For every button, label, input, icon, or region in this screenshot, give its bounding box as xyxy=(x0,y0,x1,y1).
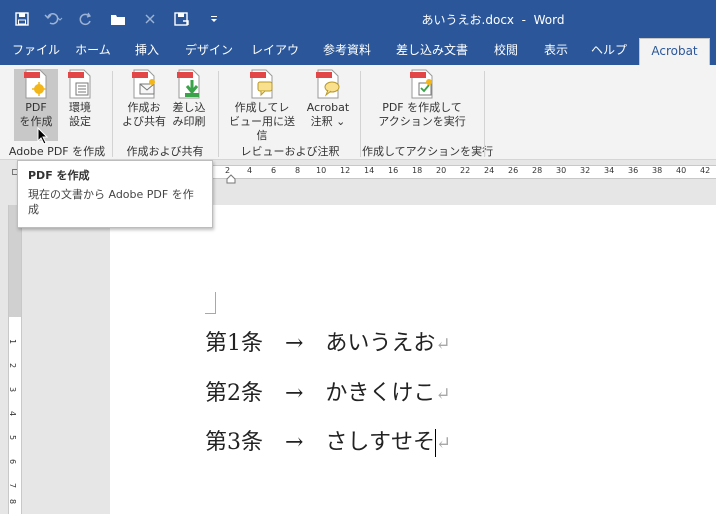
group-separator xyxy=(484,71,485,157)
acrobat-comments-label-2: 注釈 ⌄ xyxy=(310,115,346,128)
ruler-number: 8 xyxy=(8,498,18,505)
create-and-run-action-icon xyxy=(410,69,433,99)
create-and-share-button[interactable]: 作成お よび共有 xyxy=(120,69,168,141)
paragraph-mark: ↵ xyxy=(435,384,451,405)
tab-design[interactable]: デザイン xyxy=(178,38,240,65)
ruler-number: 7 xyxy=(8,482,18,489)
preferences-icon xyxy=(68,69,91,99)
mail-merge-icon xyxy=(177,69,200,99)
mail-merge-button[interactable]: 差し込 み印刷 xyxy=(168,69,210,141)
ruler-number: 16 xyxy=(388,166,399,175)
tab-home[interactable]: ホーム xyxy=(66,38,120,65)
ruler-number: 20 xyxy=(436,166,447,175)
ruler-number: 34 xyxy=(604,166,615,175)
create-pdf-label-2: を作成 xyxy=(19,115,53,128)
ruler-number: 14 xyxy=(364,166,375,175)
tab-file[interactable]: ファイル xyxy=(8,38,64,65)
ruler-number: 26 xyxy=(508,166,519,175)
create-pdf-label-1: PDF xyxy=(25,101,47,114)
ruler-number: 42 xyxy=(700,166,711,175)
mouse-pointer-icon xyxy=(37,127,49,145)
tooltip-title: PDF を作成 xyxy=(28,169,90,182)
ruler-number: 38 xyxy=(652,166,663,175)
ruler-number: 8 xyxy=(295,166,301,175)
ruler-number: 6 xyxy=(8,458,18,465)
ribbon: PDF を作成 環境 設定 Adobe PDF を作成 作成お よび共有 差し込… xyxy=(0,65,716,160)
ruler-number: 4 xyxy=(8,410,18,417)
send-for-review-icon xyxy=(250,69,273,99)
create-and-run-action-button[interactable]: PDF を作成して アクションを実行 xyxy=(372,69,472,141)
line-text: 第3条 → さしすせそ xyxy=(205,430,435,455)
tab-review[interactable]: 校閲 xyxy=(486,38,526,65)
line-text: 第1条 → あいうえお xyxy=(205,331,436,356)
ruler-number: 32 xyxy=(580,166,591,175)
tab-references[interactable]: 参考資料 xyxy=(316,38,378,65)
tab-insert[interactable]: 挿入 xyxy=(124,38,170,65)
send-for-review-label-2: ビュー用に送信 xyxy=(229,115,295,142)
mail-merge-label-1: 差し込 xyxy=(172,101,206,114)
ruler-number: 22 xyxy=(460,166,471,175)
tooltip: PDF を作成 現在の文書から Adobe PDF を作成 xyxy=(17,160,213,228)
tab-mailings[interactable]: 差し込み文書 xyxy=(390,38,474,65)
ruler-number: 3 xyxy=(8,386,18,393)
line-text: 第2条 → かきくけこ xyxy=(205,381,436,406)
document-line-2[interactable]: 第2条 → かきくけこ↵ xyxy=(205,375,451,407)
ruler-number: 10 xyxy=(316,166,327,175)
group-label-create-and-share: 作成および共有 xyxy=(126,145,204,158)
ruler-number: 28 xyxy=(532,166,543,175)
vertical-ruler[interactable]: 1 2 3 4 5 6 7 8 xyxy=(8,205,22,514)
ruler-number: 2 xyxy=(8,362,18,369)
group-separator xyxy=(360,71,361,157)
create-pdf-button[interactable]: PDF を作成 xyxy=(14,69,58,141)
create-and-run-action-label-2: アクションを実行 xyxy=(378,115,466,128)
ruler-number: 18 xyxy=(412,166,423,175)
document-line-3[interactable]: 第3条 → さしすせそ↵ xyxy=(205,424,451,457)
group-label-review-and-comment: レビューおよび注釈 xyxy=(240,145,340,158)
create-pdf-icon xyxy=(24,69,47,99)
preferences-label-2: 設定 xyxy=(69,115,91,128)
acrobat-comments-icon xyxy=(316,69,340,99)
create-and-run-action-label-1: PDF を作成して xyxy=(382,101,462,114)
ruler-number: 24 xyxy=(484,166,495,175)
ruler-number: 5 xyxy=(8,434,18,441)
ruler-number: 1 xyxy=(8,338,18,345)
group-separator xyxy=(218,71,219,157)
document-line-1[interactable]: 第1条 → あいうえお↵ xyxy=(205,325,451,357)
group-label-create-adobe-pdf: Adobe PDF を作成 xyxy=(8,145,106,158)
margin-corner-mark xyxy=(205,292,216,314)
create-and-share-label-1: 作成お xyxy=(127,101,161,114)
tab-layout[interactable]: レイアウト xyxy=(246,38,304,82)
group-separator xyxy=(112,71,113,157)
send-for-review-button[interactable]: 作成してレ ビュー用に送信 xyxy=(224,69,300,142)
ribbon-tab-bar: ファイル ホーム 挿入 デザイン レイアウト 参考資料 差し込み文書 校閲 表示… xyxy=(0,38,716,82)
create-and-share-icon xyxy=(132,69,155,99)
ruler-number: 40 xyxy=(676,166,687,175)
ruler-number: 12 xyxy=(340,166,351,175)
preferences-label-1: 環境 xyxy=(69,101,91,114)
group-label-create-and-run-action: 作成してアクションを実行 xyxy=(362,145,494,158)
paragraph-mark: ↵ xyxy=(436,433,452,454)
ruler-number: 6 xyxy=(271,166,277,175)
ruler-number: 4 xyxy=(247,166,253,175)
acrobat-comments-label-1: Acrobat xyxy=(306,101,350,114)
acrobat-comments-button[interactable]: Acrobat 注釈 ⌄ xyxy=(300,69,356,141)
indent-marker-icon[interactable] xyxy=(226,174,236,184)
title-bar: あいうえお.docx - Word xyxy=(0,0,716,38)
mail-merge-label-2: み印刷 xyxy=(172,115,206,128)
paragraph-mark: ↵ xyxy=(435,334,451,355)
ruler-number: 36 xyxy=(628,166,639,175)
tab-view[interactable]: 表示 xyxy=(536,38,576,65)
tab-help[interactable]: ヘルプ xyxy=(586,38,632,65)
tab-acrobat[interactable]: Acrobat xyxy=(639,38,710,65)
document-page[interactable]: 第1条 → あいうえお↵ 第2条 → かきくけこ↵ 第3条 → さしすせそ↵ xyxy=(110,205,716,514)
preferences-button[interactable]: 環境 設定 xyxy=(60,69,100,141)
create-and-share-label-2: よび共有 xyxy=(122,115,166,128)
window-title: あいうえお.docx - Word xyxy=(421,13,565,27)
ruler-number: 30 xyxy=(556,166,567,175)
send-for-review-label-1: 作成してレ xyxy=(234,101,290,114)
tooltip-description: 現在の文書から Adobe PDF を作成 xyxy=(28,188,194,216)
